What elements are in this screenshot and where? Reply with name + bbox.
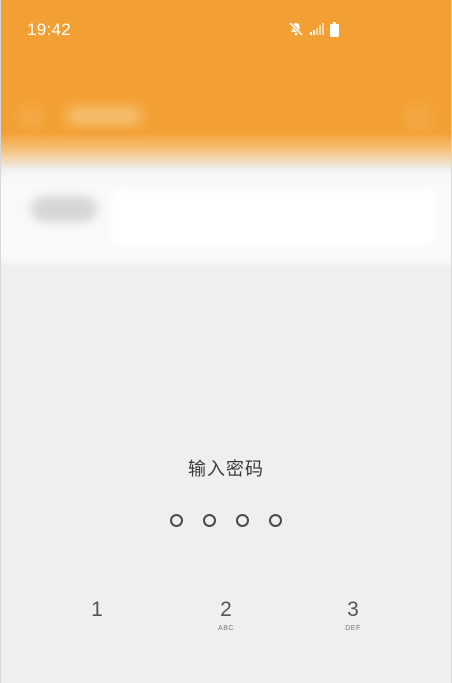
blurred-back-icon (21, 107, 41, 127)
key-digit: 2 (220, 598, 232, 621)
blurred-title (67, 107, 141, 125)
status-bar: 19:42 (1, 0, 451, 58)
pin-dot-4 (269, 514, 282, 527)
signal-icon (310, 23, 324, 35)
key-letters: DEF (345, 625, 361, 632)
status-time: 19:42 (27, 20, 72, 39)
pin-indicator (1, 514, 451, 527)
key-digit: 1 (91, 598, 103, 621)
pin-dot-3 (236, 514, 249, 527)
blurred-card-field (111, 190, 437, 246)
keypad-key-2[interactable]: 2 ABC (176, 598, 276, 658)
lock-screen: 19:42 输入密码 1 2 ABC 3 DEF (0, 0, 452, 683)
blurred-toolbar (1, 95, 451, 139)
pin-dot-2 (203, 514, 216, 527)
mute-icon (288, 21, 304, 37)
keypad-key-1[interactable]: 1 (47, 598, 147, 658)
pin-dot-1 (170, 514, 183, 527)
passcode-area: 输入密码 (1, 455, 451, 527)
key-digit: 3 (347, 598, 359, 621)
passcode-prompt: 输入密码 (188, 459, 264, 479)
status-icons (288, 20, 339, 38)
numeric-keypad: 1 2 ABC 3 DEF (1, 598, 451, 658)
key-letters: ABC (218, 625, 234, 632)
blurred-action-icon (407, 107, 429, 129)
blurred-card-label (31, 196, 97, 222)
blurred-card (1, 172, 451, 264)
battery-icon (330, 21, 339, 37)
keypad-key-3[interactable]: 3 DEF (303, 598, 403, 658)
